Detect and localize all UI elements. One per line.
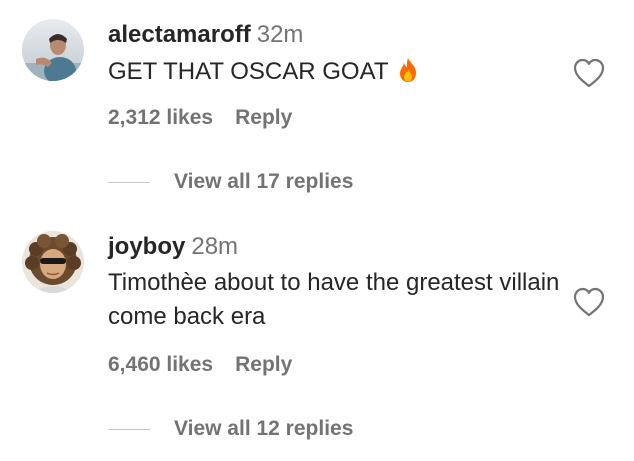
comment-body: GET THAT OSCAR GOAT — [108, 58, 389, 85]
likes-count[interactable]: 6,460 likes — [108, 353, 213, 376]
avatar[interactable] — [22, 231, 84, 293]
reply-button[interactable]: Reply — [235, 106, 292, 129]
username-text[interactable]: joyboy — [108, 233, 185, 260]
like-heart-icon[interactable] — [572, 286, 606, 318]
comment-text: GET THAT OSCAR GOAT — [108, 55, 568, 93]
comment-item: alectamaroff 32m GET THAT OSCAR GOAT 2,31… — [0, 0, 634, 215]
view-replies-label[interactable]: View all 17 replies — [174, 170, 353, 194]
comment-item: joyboy 28m Timothèe about to have the gre… — [0, 226, 634, 461]
comment-text: Timothèe about to have the greatest vill… — [108, 266, 568, 334]
avatar[interactable] — [22, 19, 84, 81]
likes-count[interactable]: 2,312 likes — [108, 106, 213, 129]
comment-body: Timothèe about to have the greatest vill… — [108, 269, 560, 330]
timestamp: 32m — [256, 21, 304, 48]
comment-meta: 6,460 likes Reply — [108, 353, 292, 377]
reply-button[interactable]: Reply — [235, 353, 292, 376]
comment-meta: 2,312 likes Reply — [108, 106, 292, 130]
timestamp: 28m — [191, 233, 239, 260]
username[interactable]: joyboy 28m — [108, 233, 238, 261]
avatar-photo-icon — [22, 19, 84, 81]
username[interactable]: alectamaroff 32m — [108, 21, 303, 49]
view-replies-label[interactable]: View all 12 replies — [174, 417, 353, 441]
like-heart-icon[interactable] — [572, 57, 606, 89]
replies-divider — [108, 181, 150, 183]
fire-emoji-icon — [397, 57, 419, 93]
avatar-photo-icon — [22, 231, 84, 293]
view-replies-button[interactable]: View all 12 replies — [108, 417, 353, 441]
replies-divider — [108, 428, 150, 430]
view-replies-button[interactable]: View all 17 replies — [108, 170, 353, 194]
username-text[interactable]: alectamaroff — [108, 21, 251, 48]
